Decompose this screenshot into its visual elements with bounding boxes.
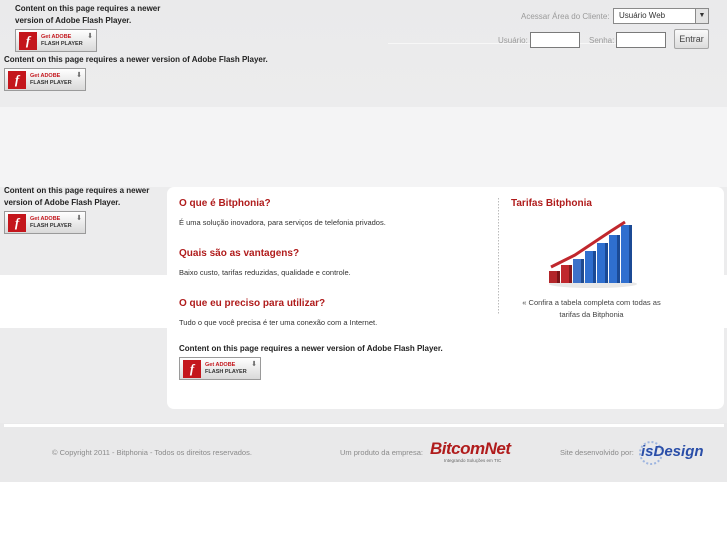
section-title-what: O que é Bitphonia? — [179, 198, 271, 209]
flash-badge-product: FLASH PLAYER — [30, 222, 72, 229]
flash-player-icon: f — [8, 70, 26, 89]
flash-badge-get: Get ADOBE — [30, 72, 61, 79]
flash-message: Content on this page requires a newer ve… — [179, 344, 443, 353]
copyright-text: © Copyright 2011 - Bitphonia - Todos os … — [52, 448, 252, 457]
get-flash-player-button[interactable]: f Get ADOBE FLASH PLAYER ⬇ — [179, 357, 261, 380]
get-flash-player-button[interactable]: f Get ADOBE FLASH PLAYER ⬇ — [15, 29, 97, 52]
flash-player-icon: f — [183, 359, 201, 378]
flash-message: Content on this page requires a newer ve… — [4, 55, 268, 64]
download-arrow-icon: ⬇ — [76, 72, 82, 79]
client-type-value: Usuário Web — [619, 11, 666, 20]
flash-notice-content: Content on this page requires a newer ve… — [179, 343, 479, 380]
bitcomnet-logo[interactable]: BitcomNet Integrando Soluções em TIC — [430, 440, 523, 464]
section-text-requirements: Tudo o que você precisa é ter uma conexã… — [179, 318, 378, 327]
section-text-what: É uma solução inovadora, para serviços d… — [179, 218, 386, 227]
login-submit-button[interactable]: Entrar — [674, 29, 709, 49]
flash-notice-menu: Content on this page requires a newer ve… — [4, 54, 304, 91]
isdesign-logo[interactable]: isDesign — [639, 437, 706, 468]
download-arrow-icon: ⬇ — [251, 361, 257, 368]
password-label: Senha: — [589, 36, 615, 45]
password-field[interactable] — [616, 32, 666, 48]
flash-notice-logo: Content on this page requires a newer ve… — [15, 3, 175, 52]
download-arrow-icon: ⬇ — [87, 33, 93, 40]
get-flash-player-button[interactable]: f Get ADOBE FLASH PLAYER ⬇ — [4, 211, 86, 234]
chart-bars — [549, 225, 632, 283]
rates-link[interactable]: « Confira a tabela completa com todas as… — [514, 297, 669, 321]
rates-title: Tarifas Bitphonia — [511, 198, 592, 209]
product-label: Um produto da empresa: — [340, 448, 423, 457]
column-divider — [498, 198, 499, 315]
flash-badge-get: Get ADOBE — [30, 215, 61, 222]
bitcomnet-logo-name: BitcomNet — [430, 439, 511, 458]
bar-chart-illustration[interactable] — [545, 219, 640, 289]
dropdown-caret-icon: ▼ — [695, 9, 708, 23]
flash-badge-product: FLASH PLAYER — [205, 368, 247, 375]
download-arrow-icon: ⬇ — [76, 215, 82, 222]
flash-badge-get: Get ADOBE — [205, 361, 236, 368]
bitcomnet-logo-tagline: Integrando Soluções em TIC — [444, 458, 502, 463]
section-title-advantages: Quais são as vantagens? — [179, 248, 300, 259]
flash-message: Content on this page requires a newer ve… — [15, 4, 161, 25]
flash-player-icon: f — [8, 213, 26, 232]
section-title-requirements: O que eu preciso para utilizar? — [179, 298, 326, 309]
flash-message: Content on this page requires a newer ve… — [4, 186, 150, 207]
page: Content on this page requires a newer ve… — [0, 0, 727, 545]
banner-band — [0, 107, 727, 187]
flash-badge-product: FLASH PLAYER — [30, 79, 72, 86]
section-text-advantages: Baixo custo, tarifas reduzidas, qualidad… — [179, 268, 351, 277]
flash-player-icon: f — [19, 31, 37, 50]
flash-badge-product: FLASH PLAYER — [41, 40, 83, 47]
user-field[interactable] — [530, 32, 580, 48]
flash-notice-sidebar: Content on this page requires a newer ve… — [4, 185, 164, 234]
isdesign-logo-name: isDesign — [641, 443, 704, 460]
client-area-label: Acessar Área do Cliente: — [521, 12, 610, 21]
get-flash-player-button[interactable]: f Get ADOBE FLASH PLAYER ⬇ — [4, 68, 86, 91]
flash-badge-get: Get ADOBE — [41, 33, 72, 40]
footer-divider — [4, 424, 724, 427]
developer-label: Site desenvolvido por: — [560, 448, 634, 457]
client-type-select[interactable]: Usuário Web ▼ — [613, 8, 709, 24]
user-label: Usuário: — [498, 36, 528, 45]
